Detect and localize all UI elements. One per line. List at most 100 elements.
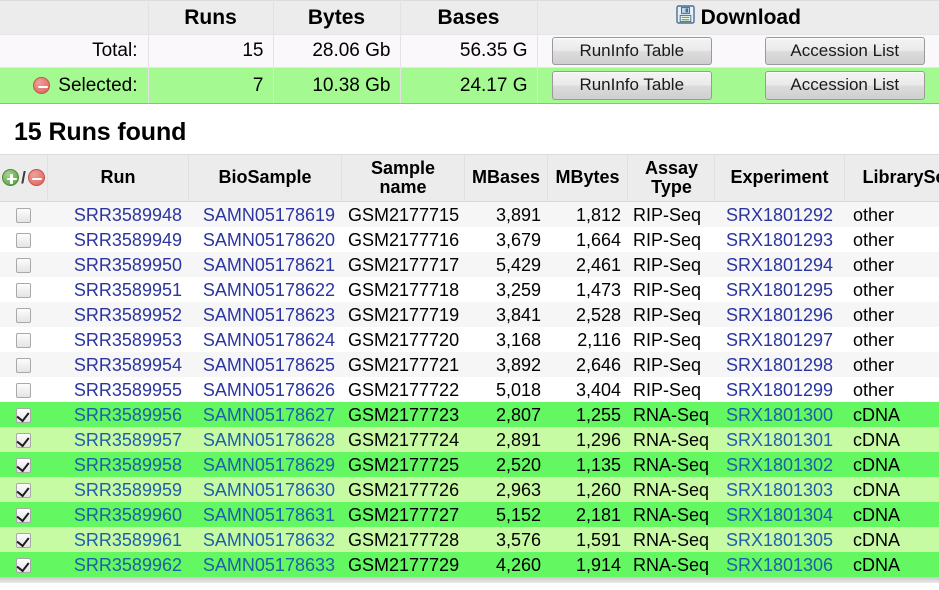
run-accession-cell[interactable]: SRR3589950 (47, 252, 189, 277)
minus-circle-icon[interactable] (33, 77, 51, 94)
experiment-accession-cell[interactable]: SRX1801301 (714, 427, 845, 452)
row-checkbox-unchecked[interactable] (16, 333, 31, 349)
experiment-accession[interactable]: SRX1801294 (726, 255, 833, 275)
selected-accession-list-button[interactable]: Accession List (764, 71, 925, 100)
run-accession-cell[interactable]: SRR3589962 (47, 552, 189, 577)
run-accession-cell[interactable]: SRR3589960 (47, 502, 189, 527)
row-checkbox-unchecked[interactable] (16, 383, 31, 399)
biosample-accession-cell[interactable]: SAMN05178623 (188, 302, 342, 327)
row-checkbox-checked[interactable] (16, 483, 31, 499)
biosample-accession-cell[interactable]: SAMN05178633 (188, 552, 342, 577)
table-row[interactable]: SRR3589954 SAMN05178625 GSM2177721 3,892 2,6… (0, 352, 939, 377)
experiment-accession[interactable]: SRX1801303 (726, 480, 833, 500)
experiment-accession[interactable]: SRX1801296 (726, 305, 833, 325)
run-accession-cell[interactable]: SRR3589954 (47, 352, 189, 377)
run-accession[interactable]: SRR3589960 (74, 505, 182, 525)
run-accession[interactable]: SRR3589956 (74, 405, 182, 425)
row-select-cell[interactable] (0, 327, 48, 352)
row-select-cell[interactable] (0, 227, 48, 252)
table-row[interactable]: SRR3589960 SAMN05178631 GSM2177727 5,152 2,1… (0, 502, 939, 527)
biosample-accession-cell[interactable]: SAMN05178626 (188, 377, 342, 402)
run-accession-cell[interactable]: SRR3589952 (47, 302, 189, 327)
run-accession-cell[interactable]: SRR3589951 (47, 277, 189, 302)
plus-circle-icon[interactable] (2, 169, 20, 187)
experiment-accession-cell[interactable]: SRX1801293 (714, 227, 845, 252)
biosample-accession[interactable]: SAMN05178621 (203, 255, 335, 275)
row-checkbox-checked[interactable] (16, 408, 31, 424)
biosample-accession[interactable]: SAMN05178624 (203, 330, 335, 350)
runs-header-mbytes[interactable]: MBytes (547, 155, 628, 202)
row-select-cell[interactable] (0, 502, 48, 527)
row-select-cell[interactable] (0, 302, 48, 327)
experiment-accession-cell[interactable]: SRX1801294 (714, 252, 845, 277)
row-select-cell[interactable] (0, 527, 48, 552)
biosample-accession[interactable]: SAMN05178623 (203, 305, 335, 325)
biosample-accession-cell[interactable]: SAMN05178620 (188, 227, 342, 252)
row-select-cell[interactable] (0, 402, 48, 427)
biosample-accession-cell[interactable]: SAMN05178621 (188, 252, 342, 277)
row-checkbox-unchecked[interactable] (16, 208, 31, 224)
row-checkbox-unchecked[interactable] (16, 233, 31, 249)
row-checkbox-unchecked[interactable] (16, 283, 31, 299)
biosample-accession-cell[interactable]: SAMN05178625 (188, 352, 342, 377)
experiment-accession-cell[interactable]: SRX1801305 (714, 527, 845, 552)
run-accession[interactable]: SRR3589961 (74, 530, 182, 550)
biosample-accession-cell[interactable]: SAMN05178624 (188, 327, 342, 352)
run-accession-cell[interactable]: SRR3589953 (47, 327, 189, 352)
row-checkbox-checked[interactable] (16, 433, 31, 449)
runs-header-assay-type[interactable]: Assay Type (627, 155, 715, 202)
run-accession-cell[interactable]: SRR3589948 (47, 201, 189, 227)
runs-header-experiment[interactable]: Experiment (714, 155, 845, 202)
biosample-accession[interactable]: SAMN05178630 (203, 480, 335, 500)
runs-header-sample-name[interactable]: Sample name (341, 155, 465, 202)
row-checkbox-unchecked[interactable] (16, 258, 31, 274)
selected-runinfo-table-button[interactable]: RunInfo Table (551, 71, 712, 100)
biosample-accession[interactable]: SAMN05178626 (203, 380, 335, 400)
biosample-accession[interactable]: SAMN05178633 (203, 555, 335, 575)
experiment-accession[interactable]: SRX1801300 (726, 405, 833, 425)
biosample-accession[interactable]: SAMN05178628 (203, 430, 335, 450)
row-select-cell[interactable] (0, 452, 48, 477)
row-select-cell[interactable] (0, 552, 48, 577)
experiment-accession[interactable]: SRX1801297 (726, 330, 833, 350)
row-checkbox-unchecked[interactable] (16, 308, 31, 324)
row-select-cell[interactable] (0, 377, 48, 402)
run-accession[interactable]: SRR3589953 (74, 330, 182, 350)
table-row[interactable]: SRR3589948 SAMN05178619 GSM2177715 3,891 1,8… (0, 201, 939, 227)
run-accession[interactable]: SRR3589948 (74, 205, 182, 225)
biosample-accession[interactable]: SAMN05178622 (203, 280, 335, 300)
run-accession[interactable]: SRR3589955 (74, 380, 182, 400)
row-checkbox-unchecked[interactable] (16, 358, 31, 374)
row-checkbox-checked[interactable] (16, 558, 31, 574)
biosample-accession[interactable]: SAMN05178625 (203, 355, 335, 375)
table-row[interactable]: SRR3589951 SAMN05178622 GSM2177718 3,259 1,4… (0, 277, 939, 302)
biosample-accession[interactable]: SAMN05178632 (203, 530, 335, 550)
experiment-accession-cell[interactable]: SRX1801302 (714, 452, 845, 477)
biosample-accession[interactable]: SAMN05178620 (203, 230, 335, 250)
total-accession-list-button[interactable]: Accession List (764, 36, 925, 66)
table-row[interactable]: SRR3589956 SAMN05178627 GSM2177723 2,807 1,2… (0, 402, 939, 427)
biosample-accession-cell[interactable]: SAMN05178619 (188, 201, 342, 227)
row-select-cell[interactable] (0, 352, 48, 377)
runs-header-library-selection[interactable]: LibrarySelection (844, 155, 939, 202)
row-select-cell[interactable] (0, 277, 48, 302)
experiment-accession-cell[interactable]: SRX1801304 (714, 502, 845, 527)
runs-header-biosample[interactable]: BioSample (188, 155, 342, 202)
row-checkbox-checked[interactable] (16, 458, 31, 474)
experiment-accession-cell[interactable]: SRX1801292 (714, 201, 845, 227)
experiment-accession[interactable]: SRX1801298 (726, 355, 833, 375)
table-row[interactable]: SRR3589958 SAMN05178629 GSM2177725 2,520 1,1… (0, 452, 939, 477)
table-row[interactable]: SRR3589961 SAMN05178632 GSM2177728 3,576 1,5… (0, 527, 939, 552)
run-accession[interactable]: SRR3589950 (74, 255, 182, 275)
run-accession[interactable]: SRR3589962 (74, 555, 182, 575)
experiment-accession[interactable]: SRX1801292 (726, 205, 833, 225)
experiment-accession[interactable]: SRX1801293 (726, 230, 833, 250)
row-select-cell[interactable] (0, 201, 48, 227)
experiment-accession[interactable]: SRX1801302 (726, 455, 833, 475)
run-accession[interactable]: SRR3589959 (74, 480, 182, 500)
total-runinfo-table-button[interactable]: RunInfo Table (551, 36, 712, 66)
biosample-accession-cell[interactable]: SAMN05178627 (188, 402, 342, 427)
table-row[interactable]: SRR3589952 SAMN05178623 GSM2177719 3,841 2,5… (0, 302, 939, 327)
run-accession[interactable]: SRR3589951 (74, 280, 182, 300)
experiment-accession-cell[interactable]: SRX1801303 (714, 477, 845, 502)
